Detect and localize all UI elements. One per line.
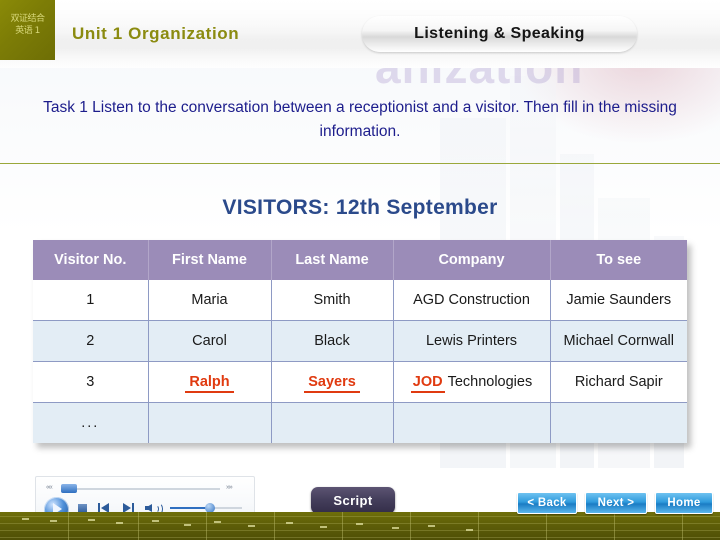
column-header-company: Company	[393, 240, 551, 280]
unit-title: Unit 1 Organization	[72, 24, 240, 43]
seek-rewind-icon: ««	[46, 484, 53, 491]
visitors-table-title: VISITORS: 12th September	[222, 196, 498, 219]
column-header-first-name: First Name	[148, 240, 272, 280]
cell-visitor-no: 2	[33, 320, 149, 362]
cell-last-name: Smith	[271, 280, 394, 321]
column-header-last-name: Last Name	[271, 240, 394, 280]
cell-first-name: Maria	[148, 280, 272, 321]
visitors-table: Visitor No. First Name Last Name Company…	[33, 240, 687, 443]
seek-track[interactable]	[62, 488, 220, 490]
home-button[interactable]: Home	[655, 492, 713, 514]
section-pill-label: Listening & Speaking	[414, 25, 585, 42]
cell-to-see: Michael Cornwall	[550, 320, 687, 362]
column-header-visitor-no: Visitor No.	[33, 240, 149, 280]
cell-first-name: Carol	[148, 320, 272, 362]
footer-strip	[0, 512, 720, 540]
course-logo: 双证结合 英语 1	[0, 0, 55, 60]
table-row: 3 Ralph Sayers JOD Technologies Richard S…	[33, 361, 687, 403]
column-header-to-see: To see	[550, 240, 687, 280]
answer-last-name: Sayers	[304, 374, 360, 393]
table-row: ...	[33, 402, 687, 443]
cell-company: AGD Construction	[393, 280, 551, 321]
slide-root: anization 双证结合 英语 1 Unit 1 Organization …	[0, 0, 720, 540]
cell-visitor-no: 1	[33, 280, 149, 321]
answer-company: JOD	[410, 374, 445, 393]
next-button[interactable]: Next >	[585, 492, 647, 514]
visitors-table-wrapper: Visitor No. First Name Last Name Company…	[33, 240, 687, 443]
home-button-label: Home	[667, 497, 701, 509]
cell-visitor-no: 3	[33, 361, 149, 403]
table-row: 1 Maria Smith AGD Construction Jamie Sau…	[33, 280, 687, 321]
answer-first-name: Ralph	[185, 374, 234, 393]
back-button-label: < Back	[527, 497, 567, 509]
cell-company	[393, 402, 551, 443]
table-row: 2 Carol Black Lewis Printers Michael Cor…	[33, 320, 687, 362]
cell-company-rest: Technologies	[447, 374, 533, 390]
cell-first-name: Ralph	[148, 361, 272, 403]
cell-company: JOD Technologies	[393, 361, 551, 403]
header-divider	[0, 163, 720, 164]
seek-thumb[interactable]	[61, 484, 77, 493]
cell-last-name: Black	[271, 320, 394, 362]
logo-line-2: 英语 1	[15, 26, 40, 36]
next-button-label: Next >	[597, 497, 635, 509]
cell-to-see	[550, 402, 687, 443]
seek-bar[interactable]: «« »»	[44, 483, 244, 495]
cell-to-see: Jamie Saunders	[550, 280, 687, 321]
cell-visitor-no: ...	[33, 402, 149, 443]
task-instruction: Task 1 Listen to the conversation betwee…	[43, 99, 677, 140]
cell-first-name	[148, 402, 272, 443]
seek-forward-icon: »»	[226, 484, 233, 491]
cell-last-name: Sayers	[271, 361, 394, 403]
table-header-row: Visitor No. First Name Last Name Company…	[33, 240, 687, 280]
cell-company: Lewis Printers	[393, 320, 551, 362]
cell-last-name	[271, 402, 394, 443]
script-button-label: Script	[333, 493, 373, 508]
back-button[interactable]: < Back	[517, 492, 577, 514]
script-button[interactable]: Script	[311, 487, 395, 514]
section-pill: Listening & Speaking	[362, 16, 637, 52]
volume-fill	[170, 507, 210, 509]
cell-to-see: Richard Sapir	[550, 361, 687, 403]
logo-line-1: 双证结合	[10, 14, 45, 24]
